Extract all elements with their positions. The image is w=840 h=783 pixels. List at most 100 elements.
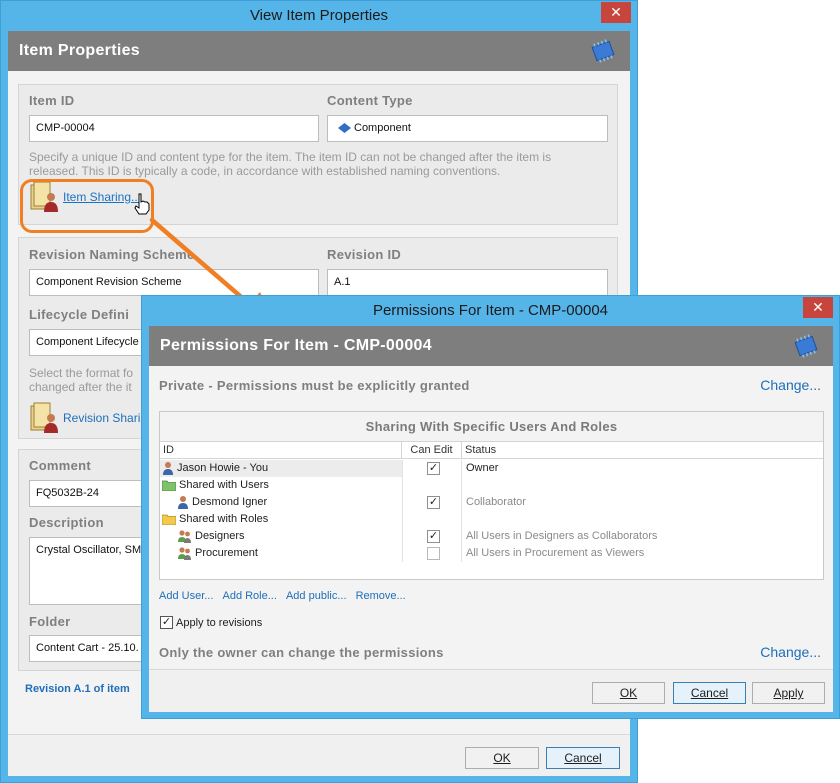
row-id-text: Shared with Roles xyxy=(179,513,269,525)
row-id-cell: Desmond Igner xyxy=(160,494,402,511)
permissions-window-titlebar[interactable]: Permissions For Item - CMP-00004 ✕ xyxy=(142,296,839,326)
change-permissions-link[interactable]: Change... xyxy=(760,644,821,660)
item-window-titlebar[interactable]: View Item Properties ✕ xyxy=(1,1,637,31)
add-user-link[interactable]: Add User... xyxy=(159,590,213,602)
lifecycle-hint-2: changed after the it xyxy=(29,380,132,394)
grid-row-shared-users[interactable]: Shared with Users xyxy=(160,477,821,494)
add-role-link[interactable]: Add Role... xyxy=(222,590,276,602)
row-id-cell: Designers xyxy=(160,528,402,545)
can-edit-checkbox[interactable] xyxy=(427,547,440,560)
role-group-icon xyxy=(178,547,191,561)
item-cancel-button[interactable]: Cancel xyxy=(546,747,620,769)
revision-sharing-link[interactable]: Revision Sharin xyxy=(63,411,147,425)
row-id-cell: Jason Howie - You xyxy=(160,460,402,477)
item-sharing-callout xyxy=(20,179,154,233)
add-public-link[interactable]: Add public... xyxy=(286,590,347,602)
permissions-header: Permissions For Item - CMP-00004 xyxy=(149,326,833,366)
row-id-cell: Shared with Roles xyxy=(160,511,402,528)
grid-row-owner[interactable]: Jason Howie - You ✓ Owner xyxy=(160,460,821,477)
permissions-ok-button[interactable]: OK xyxy=(592,682,665,704)
item-cancel-label: Cancel xyxy=(564,751,602,765)
row-id-cell: Shared with Users xyxy=(160,477,402,494)
row-status-cell xyxy=(462,477,822,494)
row-can-edit-cell: ✓ xyxy=(402,528,462,545)
row-id-cell: Procurement xyxy=(160,545,402,562)
permissions-cancel-button[interactable]: Cancel xyxy=(673,682,746,704)
row-can-edit-cell xyxy=(402,477,462,494)
revision-id-field[interactable]: A.1 xyxy=(327,269,608,296)
row-id-text: Designers xyxy=(195,530,245,542)
permissions-grid: Sharing With Specific Users And Roles ID… xyxy=(159,411,824,580)
lifecycle-label: Lifecycle Defini xyxy=(29,307,130,322)
column-header-id[interactable]: ID xyxy=(160,442,402,459)
content-type-value: Component xyxy=(354,122,411,134)
yellow-folder-icon xyxy=(162,514,176,525)
privacy-text: Private - Permissions must be explicitly… xyxy=(159,378,470,393)
user-icon xyxy=(163,462,173,476)
permissions-window-close-button[interactable]: ✕ xyxy=(803,297,833,318)
item-ok-button[interactable]: OK xyxy=(465,747,539,769)
grid-row-procurement[interactable]: Procurement All Users in Procurement as … xyxy=(160,545,821,562)
item-id-hint-1: Specify a unique ID and content type for… xyxy=(29,150,552,164)
revision-status-text: Revision A.1 of item xyxy=(25,683,130,695)
remove-link[interactable]: Remove... xyxy=(356,590,406,602)
permissions-window-title: Permissions For Item - CMP-00004 xyxy=(372,302,609,319)
item-id-hint-2: released. This ID is typically a code, i… xyxy=(29,164,501,178)
apply-to-revisions-checkbox[interactable]: ✓ xyxy=(160,616,173,629)
item-window-close-button[interactable]: ✕ xyxy=(601,2,631,23)
permissions-cancel-label: Cancel xyxy=(690,686,729,700)
row-status-cell: All Users in Procurement as Viewers xyxy=(466,547,645,559)
row-id-text: Shared with Users xyxy=(179,479,269,491)
row-can-edit-cell xyxy=(402,545,462,562)
permissions-client: Permissions For Item - CMP-00004 Private… xyxy=(149,326,833,712)
revision-id-label: Revision ID xyxy=(327,247,402,262)
row-status-cell: Collaborator xyxy=(466,496,526,508)
grid-row-shared-roles[interactable]: Shared with Roles xyxy=(160,511,821,528)
can-edit-checkbox[interactable]: ✓ xyxy=(427,496,440,509)
grid-row-designers[interactable]: Designers ✓ All Users in Designers as Co… xyxy=(160,528,821,545)
item-ok-label: OK xyxy=(493,751,511,765)
can-edit-checkbox[interactable]: ✓ xyxy=(427,530,440,543)
chip-icon xyxy=(591,39,615,63)
lifecycle-hint-1: Select the format fo xyxy=(29,366,134,380)
item-window-title: View Item Properties xyxy=(249,7,389,24)
role-group-icon xyxy=(178,530,191,544)
grid-actions: Add User... Add Role... Add public... Re… xyxy=(159,590,406,602)
comment-label: Comment xyxy=(29,458,92,473)
apply-to-revisions-label: Apply to revisions xyxy=(176,617,263,629)
sharing-folder-icon xyxy=(30,402,58,433)
column-header-status[interactable]: Status xyxy=(462,442,821,459)
column-header-can-edit[interactable]: Can Edit xyxy=(402,442,462,459)
item-id-label: Item ID xyxy=(29,93,75,108)
row-id-text: Jason Howie - You xyxy=(177,462,269,474)
content-type-label: Content Type xyxy=(327,93,413,108)
row-id-text: Procurement xyxy=(195,547,258,559)
item-window-footer: OK Cancel xyxy=(8,734,630,776)
permissions-apply-button[interactable]: Apply xyxy=(752,682,825,704)
user-icon xyxy=(178,496,188,510)
item-properties-title: Item Properties xyxy=(19,42,140,59)
description-label: Description xyxy=(29,515,104,530)
permissions-window: Permissions For Item - CMP-00004 ✕ Permi… xyxy=(141,295,840,719)
chip-icon xyxy=(794,334,818,358)
row-id-text: Desmond Igner xyxy=(192,496,268,508)
content-type-field[interactable]: Component xyxy=(327,115,608,142)
component-icon xyxy=(338,123,351,134)
row-status-cell: All Users in Designers as Collaborators xyxy=(466,530,658,542)
green-folder-icon xyxy=(162,480,176,491)
item-properties-header: Item Properties xyxy=(8,31,630,71)
permissions-apply-label: Apply xyxy=(773,686,804,700)
permissions-header-title: Permissions For Item - CMP-00004 xyxy=(160,337,432,354)
can-edit-checkbox[interactable]: ✓ xyxy=(427,462,440,475)
permissions-footer: OK Cancel Apply xyxy=(149,669,833,712)
row-can-edit-cell: ✓ xyxy=(402,460,462,477)
item-id-field[interactable]: CMP-00004 xyxy=(29,115,319,142)
owner-note-text: Only the owner can change the permission… xyxy=(159,645,444,660)
permissions-ok-label: OK xyxy=(619,686,638,700)
grid-row-collaborator[interactable]: Desmond Igner ✓ Collaborator xyxy=(160,494,821,511)
grid-title: Sharing With Specific Users And Roles xyxy=(160,412,823,442)
row-can-edit-cell: ✓ xyxy=(402,494,462,511)
row-status-cell: Owner xyxy=(466,462,499,474)
change-privacy-link[interactable]: Change... xyxy=(760,377,821,393)
row-status-cell xyxy=(462,511,822,528)
